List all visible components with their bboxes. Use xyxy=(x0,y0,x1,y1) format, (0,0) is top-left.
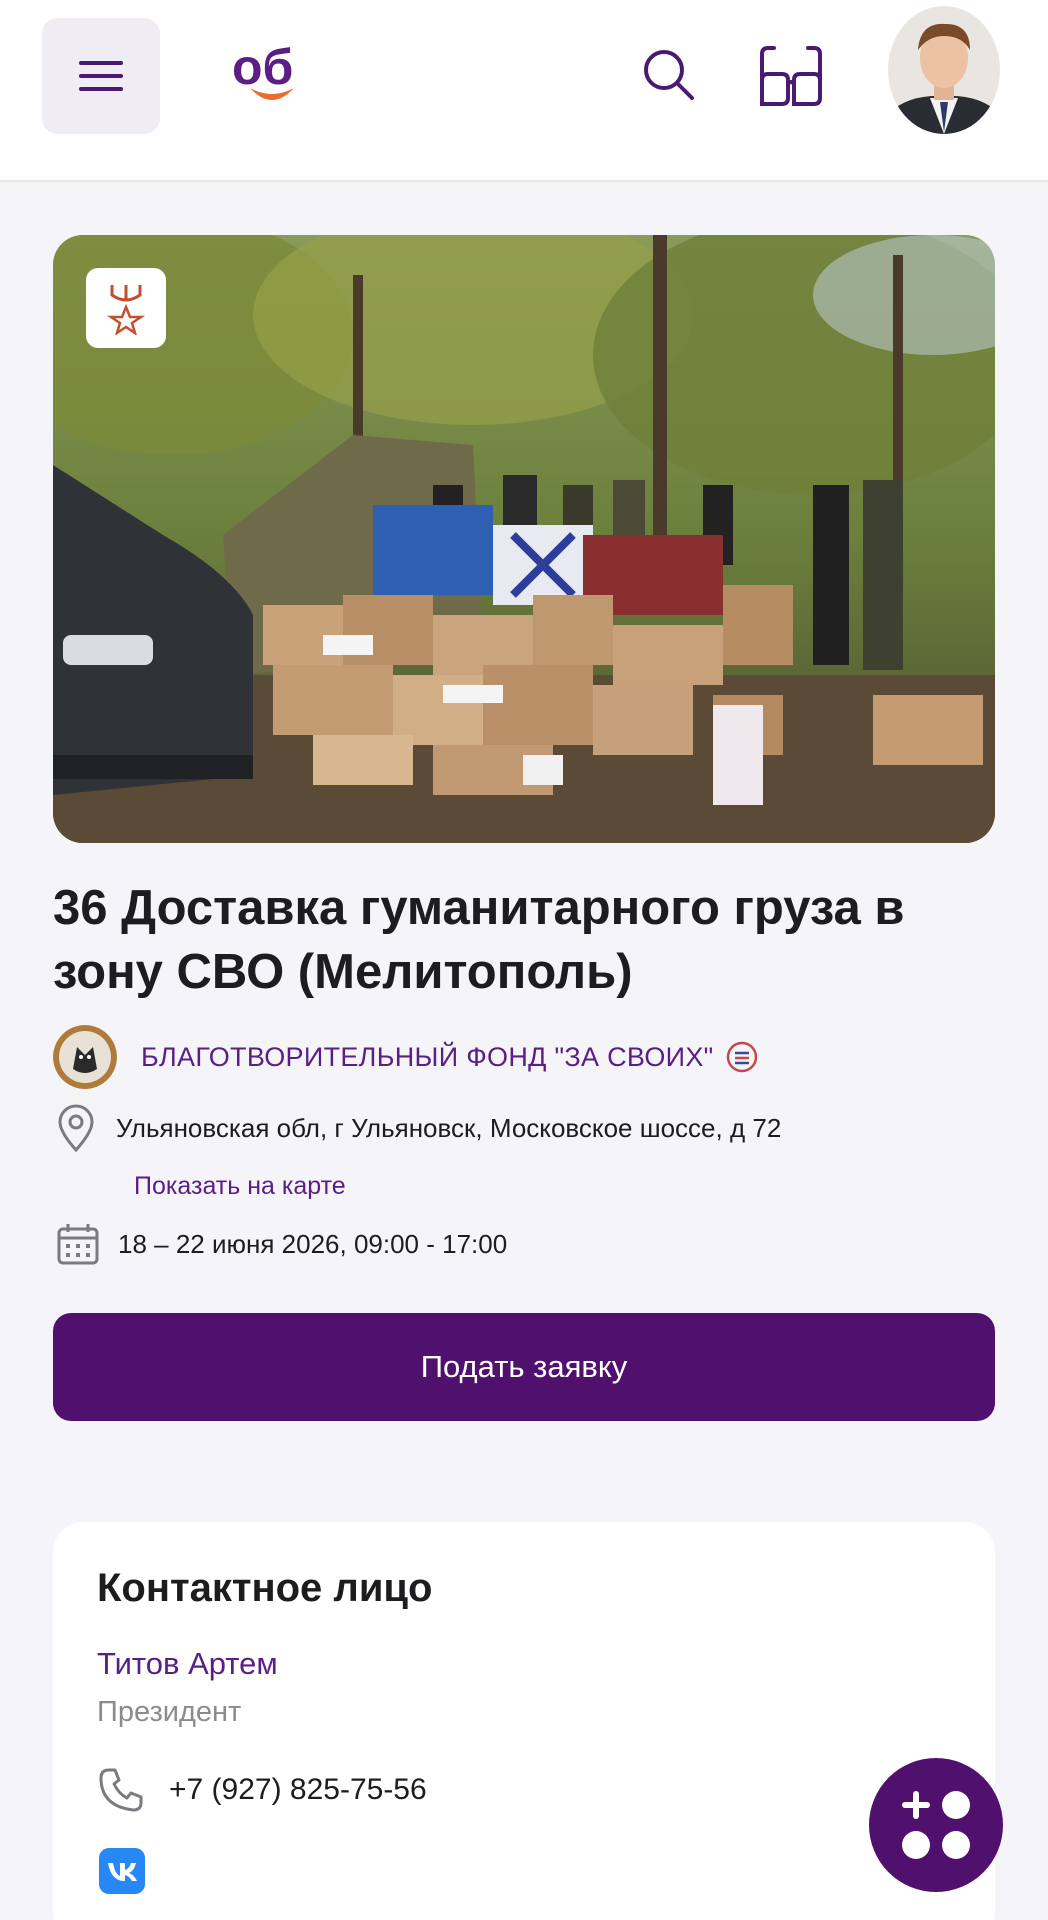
contact-card: Контактное лицо Титов Артем Президент +7… xyxy=(53,1522,995,1920)
event-title: 36 Доставка гуманитарного груза в зону С… xyxy=(53,881,905,999)
menu-icon-bar xyxy=(79,61,123,65)
military-star-icon xyxy=(106,285,146,335)
menu-button[interactable] xyxy=(42,18,160,134)
address-row: Ульяновская обл, г Ульяновск, Московское… xyxy=(56,1104,781,1152)
logo[interactable]: об xyxy=(232,40,312,114)
user-avatar[interactable] xyxy=(888,6,1000,134)
menu-icon-bar xyxy=(79,87,123,91)
organizer-row[interactable]: БЛАГОТВОРИТЕЛЬНЫЙ ФОНД "ЗА СВОИХ" xyxy=(53,1024,758,1090)
search-icon[interactable] xyxy=(640,46,696,102)
event-dates: 18 – 22 июня 2026, 09:00 - 17:00 xyxy=(118,1228,508,1259)
services-fab-button[interactable] xyxy=(869,1758,1003,1892)
contact-role: Президент xyxy=(97,1696,242,1728)
contact-name[interactable]: Титов Артем xyxy=(97,1646,278,1682)
vk-icon[interactable] xyxy=(99,1848,145,1894)
organizer-logo xyxy=(53,1025,117,1089)
glasses-icon[interactable] xyxy=(758,44,824,108)
category-badge xyxy=(86,268,166,348)
date-row: 18 – 22 июня 2026, 09:00 - 17:00 xyxy=(56,1222,507,1266)
apps-plus-icon xyxy=(902,1791,970,1859)
phone-icon xyxy=(99,1768,143,1812)
top-header: об xyxy=(0,0,1048,182)
show-on-map-link[interactable]: Показать на карте xyxy=(134,1172,346,1201)
phone-row[interactable]: +7 (927) 825-75-56 xyxy=(97,1766,427,1814)
location-pin-icon xyxy=(58,1104,94,1152)
event-photo xyxy=(53,235,995,843)
menu-icon-bar xyxy=(79,74,123,78)
event-address: Ульяновская обл, г Ульяновск, Московское… xyxy=(116,1112,782,1143)
logo-text: об xyxy=(232,40,293,95)
contact-section-title: Контактное лицо xyxy=(97,1566,433,1610)
verified-icon xyxy=(726,1041,757,1073)
calendar-icon xyxy=(57,1224,99,1265)
contact-phone[interactable]: +7 (927) 825-75-56 xyxy=(169,1773,427,1807)
organizer-name[interactable]: БЛАГОТВОРИТЕЛЬНЫЙ ФОНД "ЗА СВОИХ" xyxy=(141,1042,714,1073)
apply-button[interactable]: Подать заявку xyxy=(53,1313,995,1421)
